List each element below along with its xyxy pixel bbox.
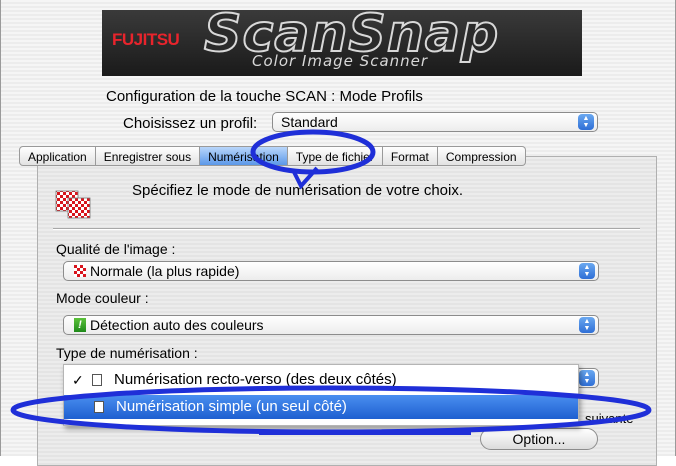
tab-scanning[interactable]: Numérisation [200,146,288,166]
color-mode-value: Détection auto des couleurs [90,317,264,333]
scan-type-dropdown-menu: ✓ Numérisation recto-verso (des deux côt… [63,364,579,426]
image-quality-value: Normale (la plus rapide) [90,263,240,279]
menu-item-duplex-scan[interactable]: ✓ Numérisation recto-verso (des deux côt… [64,369,578,391]
image-quality-popup[interactable]: Normale (la plus rapide) ▲ ▼ [63,261,599,281]
menu-item-label: Numérisation recto-verso (des deux côtés… [114,371,397,388]
up-down-arrows-icon: ▲ ▼ [579,317,595,333]
option-button[interactable]: Option... [480,428,598,450]
menu-item-label: Numérisation simple (un seul côté) [116,398,347,415]
tab-save-as[interactable]: Enregistrer sous [95,146,201,166]
scansnap-settings-window: FUJITSU ScanSnap Color Image Scanner Con… [0,0,676,466]
tab-file-type[interactable]: Type de fichier [287,146,383,166]
dialog-title: Configuration de la touche SCAN : Mode P… [106,88,423,105]
up-down-arrows-icon: ▲ ▼ [579,370,595,386]
document-icon [92,374,102,386]
profile-popup[interactable]: Standard ▲ ▼ [272,112,598,132]
scansnap-banner: FUJITSU ScanSnap Color Image Scanner [102,10,582,76]
tab-compression[interactable]: Compression [437,146,526,166]
partially-hidden-option-text: suivante [585,411,634,426]
panel-divider [53,228,640,230]
checkmark-icon: ✓ [72,372,84,388]
scan-type-label: Type de numérisation : [56,345,198,361]
scan-mode-description: Spécifiez le mode de numérisation de vot… [132,182,464,199]
profile-value: Standard [281,114,338,130]
settings-tabs: Application Enregistrer sous Numérisatio… [19,146,526,166]
tab-paper-size[interactable]: Format [382,146,438,166]
image-quality-label: Qualité de l'image : [56,241,176,257]
menu-item-simplex-scan[interactable]: Numérisation simple (un seul côté) [64,395,578,419]
checkerboard-quality-icon [74,265,86,277]
exclamation-color-icon: ! [74,318,86,332]
color-mode-popup[interactable]: ! Détection auto des couleurs ▲ ▼ [63,315,599,335]
fujitsu-logo: FUJITSU [112,30,180,49]
checkerboard-scan-icon [55,190,91,219]
up-down-arrows-icon: ▲ ▼ [579,263,595,279]
banner-subtitle: Color Image Scanner [252,52,429,70]
profile-label: Choisissez un profil: [123,115,258,132]
color-mode-label: Mode couleur : [56,290,149,306]
up-down-arrows-icon: ▲ ▼ [578,114,594,130]
tab-application[interactable]: Application [19,146,96,166]
document-icon [94,401,104,413]
